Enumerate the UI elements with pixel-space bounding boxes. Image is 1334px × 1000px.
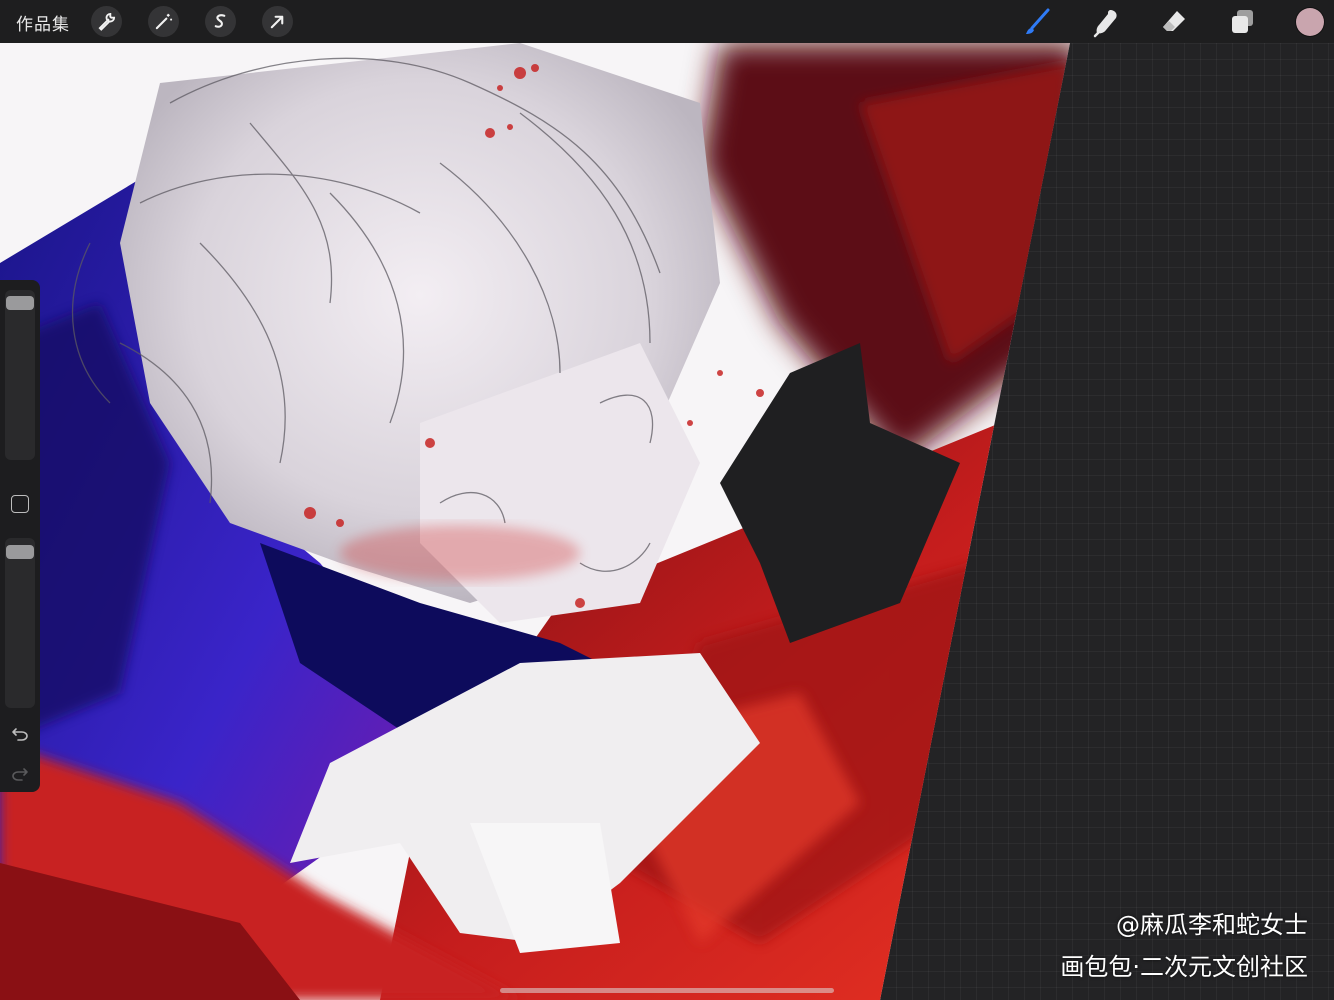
brush-icon (1026, 8, 1050, 34)
transform-button[interactable] (262, 6, 293, 37)
redo-icon (12, 768, 28, 781)
wrench-icon (98, 12, 116, 31)
watermark-author: @麻瓜李和蛇女士 (1116, 911, 1308, 939)
undo-button[interactable] (10, 724, 30, 744)
opacity-thumb[interactable] (6, 545, 34, 559)
canvas-artwork[interactable] (0, 43, 1334, 1000)
gallery-button[interactable]: 作品集 (16, 10, 70, 35)
top-toolbar: 作品集 (0, 0, 1334, 43)
eraser-icon (1163, 11, 1185, 31)
magic-wand-icon (155, 13, 173, 30)
layers-icon (1232, 10, 1253, 33)
selection-icon (214, 14, 226, 28)
undo-icon (12, 728, 28, 741)
home-indicator[interactable] (500, 988, 834, 993)
watermark-site: 画包包·二次元文创社区 (1060, 953, 1308, 981)
actions-button[interactable] (91, 6, 122, 37)
eraser-button[interactable] (1158, 6, 1190, 38)
brush-size-slider[interactable] (5, 290, 35, 460)
transform-arrow-icon (270, 15, 284, 29)
brush-size-thumb[interactable] (6, 296, 34, 310)
layers-button[interactable] (1226, 6, 1258, 38)
left-sidebar (0, 280, 40, 792)
adjustments-button[interactable] (148, 6, 179, 37)
brush-button[interactable] (1022, 6, 1054, 38)
smudge-icon (1093, 10, 1117, 38)
redo-button[interactable] (10, 764, 30, 784)
smudge-button[interactable] (1090, 6, 1122, 38)
modify-button[interactable] (11, 495, 29, 513)
color-picker-swatch[interactable] (1296, 8, 1324, 36)
opacity-slider[interactable] (5, 538, 35, 708)
artwork-layers (0, 43, 1070, 1000)
selection-button[interactable] (205, 6, 236, 37)
procreate-app: 作品集 @麻瓜李和蛇女士 画包包·二次元文创社区 (0, 0, 1334, 1000)
